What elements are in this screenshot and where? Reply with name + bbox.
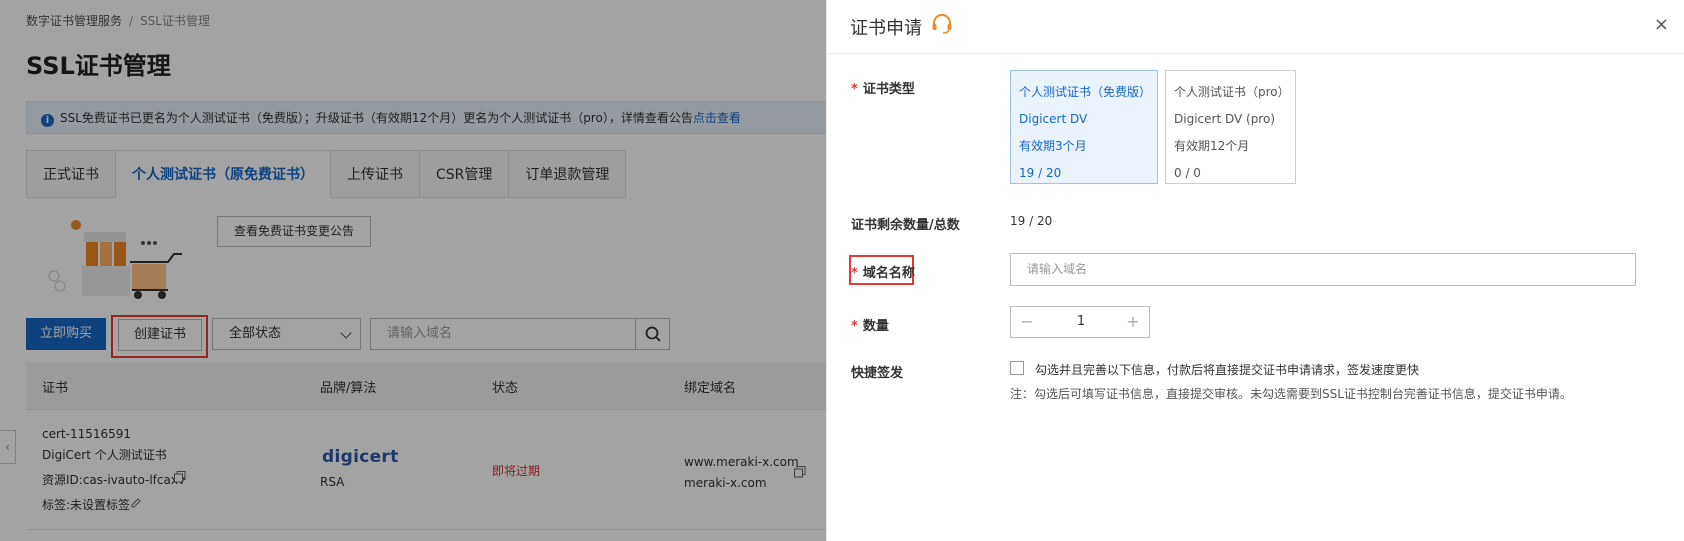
copy-domain-icon[interactable] — [794, 466, 806, 478]
search-icon — [645, 326, 661, 342]
quantity-stepper: − 1 + — [1010, 306, 1150, 338]
domain-label-text: 域名名称 — [862, 266, 915, 281]
drawer-title: 证书申请 — [850, 18, 922, 39]
breadcrumb-root[interactable]: 数字证书管理服务 — [26, 14, 122, 28]
drawer-header: 证书申请 × — [827, 0, 1684, 54]
card-validity: 有效期3个月 — [1019, 139, 1087, 153]
card-count: 19 / 20 — [1019, 166, 1062, 180]
buy-now-button[interactable]: 立即购买 — [26, 318, 106, 350]
algo-text: RSA — [320, 475, 345, 489]
create-cert-highlight: 创建证书 — [111, 315, 208, 358]
column-status: 状态 — [492, 381, 519, 396]
quick-issue-text: 勾选并且完善以下信息，付款后将直接提交证书申请请求，签发速度更快 — [1035, 363, 1420, 377]
status-filter-value: 全部状态 — [229, 326, 282, 341]
status-badge: 即将过期 — [492, 464, 541, 478]
domain-name-input[interactable]: 请输入域名 — [1010, 253, 1636, 286]
tab-personal-test-cert[interactable]: 个人测试证书（原免费证书） — [115, 150, 330, 198]
card-name: 个人测试证书（pro） — [1174, 85, 1290, 99]
info-icon: i — [41, 114, 54, 127]
tab-bar: 正式证书 个人测试证书（原免费证书） 上传证书 CSR管理 订单退款管理 — [26, 150, 627, 198]
card-validity: 有效期12个月 — [1174, 139, 1250, 153]
close-icon[interactable]: × — [1654, 16, 1669, 34]
table-row[interactable]: cert-11516591 DigiCert 个人测试证书 资源ID:cas-i… — [26, 410, 826, 530]
edit-icon[interactable] — [130, 497, 142, 509]
quantity-label-text: 数量 — [862, 319, 889, 334]
shopping-cart-illustration — [48, 220, 182, 299]
collapse-arrow-icon[interactable]: ‹ — [0, 430, 16, 464]
required-mark: * — [851, 319, 858, 334]
background-page: 数字证书管理服务 / SSL证书管理 SSL证书管理 i SSL免费证书已更名为个人测… — [0, 0, 826, 541]
search-button[interactable] — [636, 318, 670, 350]
tab-refund[interactable]: 订单退款管理 — [508, 150, 627, 198]
support-headset-icon[interactable] — [930, 12, 954, 36]
domain-label: * 域名名称 — [851, 262, 915, 281]
view-notice-button[interactable]: 查看免费证书变更公告 — [217, 216, 371, 247]
cert-type-label-text: 证书类型 — [862, 82, 915, 97]
notice-text: SSL免费证书已更名为个人测试证书（免费版）；升级证书（有效期12个月）更名为个… — [60, 111, 693, 125]
card-name: 个人测试证书（免费版） — [1019, 85, 1152, 99]
column-domain: 绑定域名 — [684, 381, 737, 396]
breadcrumb: 数字证书管理服务 / SSL证书管理 — [26, 12, 210, 29]
domain-search-input[interactable]: 请输入域名 — [370, 318, 636, 350]
digicert-logo: digicert — [322, 447, 399, 467]
bound-domain-1: www.meraki-x.com — [684, 455, 799, 469]
quantity-value[interactable]: 1 — [1043, 307, 1119, 337]
copy-icon[interactable] — [174, 471, 186, 483]
required-mark: * — [851, 266, 858, 281]
cert-type: DigiCert 个人测试证书 — [42, 448, 167, 462]
chevron-down-icon — [340, 327, 352, 339]
notice-banner: i SSL免费证书已更名为个人测试证书（免费版）；升级证书（有效期12个月）更名为… — [26, 101, 826, 134]
tab-formal-cert[interactable]: 正式证书 — [26, 150, 115, 198]
cert-apply-drawer: 证书申请 × * 证书类型 个人测试证书（免费版） Digicert DV 有效期… — [826, 0, 1684, 541]
table-header: 证书 品牌/算法 状态 绑定域名 — [26, 362, 826, 410]
required-mark: * — [851, 82, 858, 97]
tag-text[interactable]: 标签:未设置标签 — [42, 496, 130, 513]
cert-name: cert-11516591 — [42, 427, 132, 441]
remaining-label: 证书剩余数量/总数 — [851, 218, 960, 233]
status-filter-select[interactable]: 全部状态 — [212, 318, 361, 350]
breadcrumb-separator: / — [129, 14, 134, 28]
card-brand: Digicert DV — [1019, 112, 1088, 126]
cert-type-label: * 证书类型 — [851, 78, 915, 97]
create-cert-button[interactable]: 创建证书 — [118, 319, 202, 351]
cert-card-pro[interactable]: 个人测试证书（pro） Digicert DV (pro) 有效期12个月 0 … — [1165, 70, 1296, 184]
remaining-value: 19 / 20 — [1010, 214, 1053, 228]
minus-icon[interactable]: − — [1011, 307, 1043, 337]
quick-issue-checkbox[interactable] — [1010, 361, 1024, 375]
cert-card-free[interactable]: 个人测试证书（免费版） Digicert DV 有效期3个月 19 / 20 — [1010, 70, 1158, 184]
tab-csr[interactable]: CSR管理 — [419, 150, 509, 198]
resource-id: 资源ID:cas-ivauto-lfcaxv — [42, 473, 186, 487]
column-cert: 证书 — [42, 381, 69, 396]
tab-upload-cert[interactable]: 上传证书 — [330, 150, 419, 198]
notice-link[interactable]: 点击查看 — [693, 111, 741, 125]
quick-issue-label: 快捷签发 — [851, 366, 904, 381]
quantity-label: * 数量 — [851, 315, 889, 334]
page-title: SSL证书管理 — [26, 52, 171, 80]
column-brand: 品牌/算法 — [320, 381, 377, 396]
plus-icon[interactable]: + — [1117, 307, 1149, 337]
card-count: 0 / 0 — [1174, 166, 1201, 180]
breadcrumb-current: SSL证书管理 — [140, 14, 210, 28]
quick-issue-note: 注：勾选后可填写证书信息，直接提交审核。未勾选需要到SSL证书控制台完善证书信息… — [1010, 387, 1572, 401]
bound-domain-2: meraki-x.com — [684, 476, 767, 490]
card-brand: Digicert DV (pro) — [1174, 112, 1276, 126]
